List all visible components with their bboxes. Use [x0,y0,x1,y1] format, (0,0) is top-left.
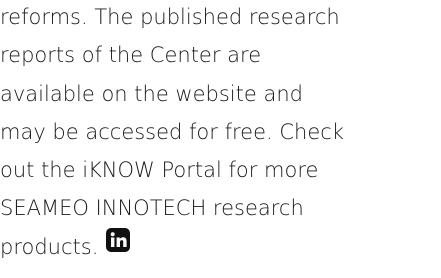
paragraph-line: out the iKNOW Portal for more [0,158,319,183]
paragraph-last-line: products. [0,226,441,266]
linkedin-icon[interactable] [106,226,131,264]
paragraph-line: SEAMEO INNOTECH research [0,196,304,221]
paragraph-line: reports of the Center are [0,43,262,68]
paragraph-line: reforms. The published research [0,5,340,29]
article-paragraph: reforms. The published research reports … [0,0,441,266]
linkedin-icon-graphic [106,227,131,252]
paragraph-line-text: products. [0,234,99,259]
paragraph-line: may be accessed for free. Check [0,119,344,144]
paragraph-line: available on the website and [0,81,303,106]
